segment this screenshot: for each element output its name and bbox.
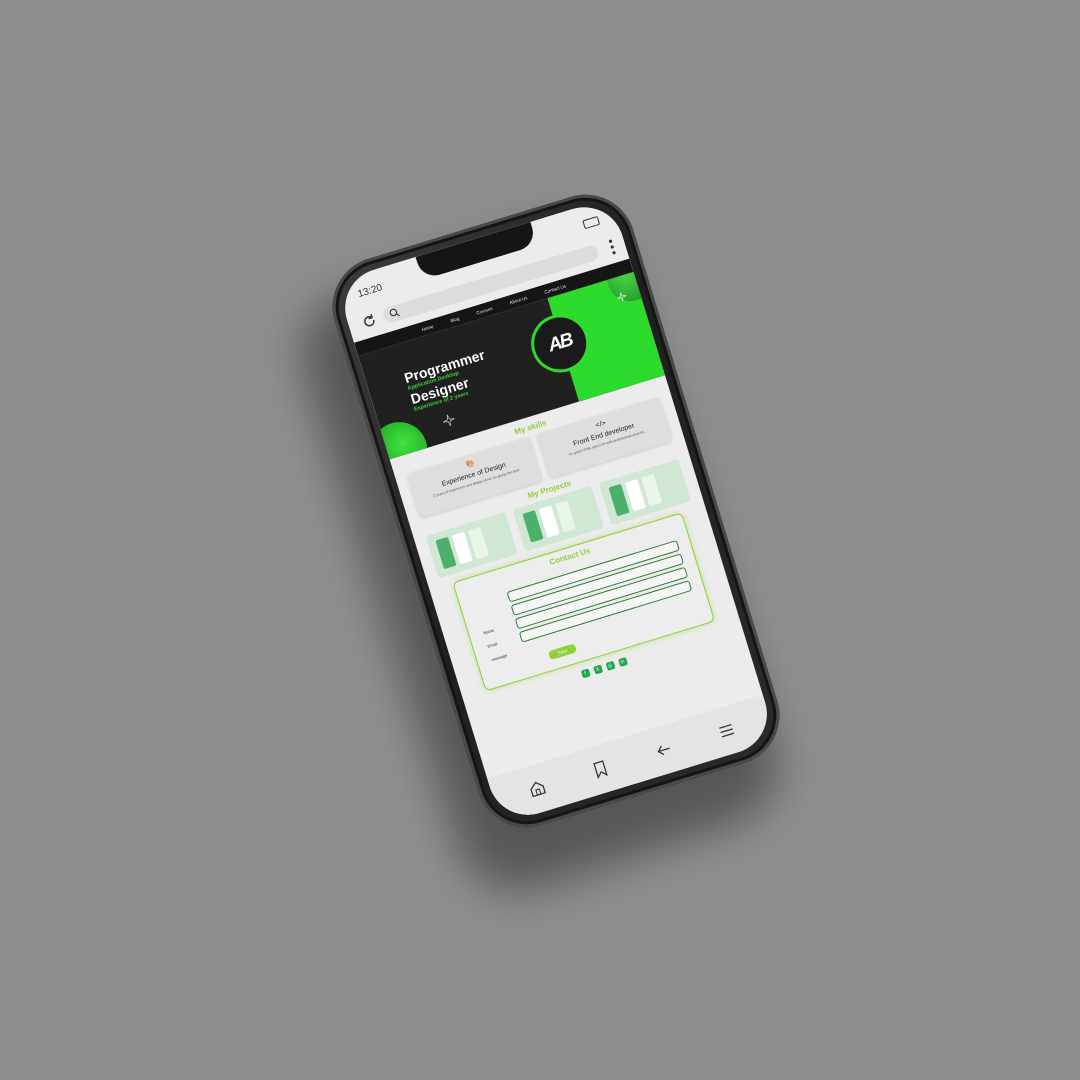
name-label: Name	[482, 627, 495, 636]
instagram-icon[interactable]: ◎	[605, 660, 616, 671]
back-arrow-icon[interactable]	[652, 739, 674, 761]
nav-blog[interactable]: Blog	[450, 316, 460, 323]
more-options-icon[interactable]	[607, 238, 618, 257]
sparkle-icon	[442, 414, 455, 427]
message-label: message	[490, 652, 508, 663]
nav-courses[interactable]: Courses	[476, 305, 493, 315]
hero-blob-decoration	[364, 415, 435, 460]
nav-about-us[interactable]: About Us	[509, 295, 528, 305]
mockup-stage: 13:20 Home Blog Courses About Us Contact…	[0, 0, 1080, 1080]
bookmark-icon[interactable]	[589, 758, 611, 780]
facebook-icon[interactable]: f	[580, 668, 591, 679]
hero-text: Programmer Application Desktop Designer …	[402, 346, 495, 413]
reload-icon[interactable]	[358, 310, 380, 332]
linkedin-icon[interactable]: in	[617, 657, 628, 668]
logo-text: AB	[545, 329, 575, 357]
status-time: 13:20	[356, 282, 384, 301]
battery-icon	[582, 215, 601, 230]
nav-home[interactable]: Home	[421, 323, 434, 331]
home-icon[interactable]	[526, 777, 548, 799]
x-icon[interactable]: X	[592, 664, 603, 675]
search-icon	[389, 308, 400, 317]
email-label: Email	[486, 641, 498, 649]
phone-screen: 13:20 Home Blog Courses About Us Contact…	[335, 197, 777, 825]
menu-icon[interactable]	[715, 719, 737, 741]
